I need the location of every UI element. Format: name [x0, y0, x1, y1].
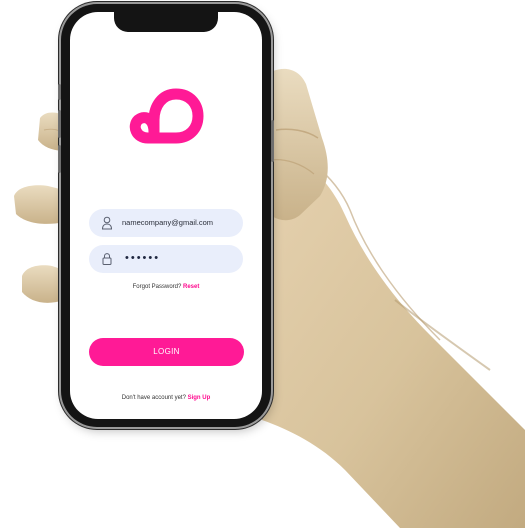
reset-link[interactable]: Reset — [183, 284, 199, 290]
signup-prompt-text: Don't have account yet? — [121, 395, 186, 401]
phone-side-button — [58, 84, 61, 100]
phone-notch — [114, 12, 218, 32]
signup-link[interactable]: Sign Up — [188, 395, 211, 401]
app-logo-icon — [129, 88, 204, 144]
phone-screen: namecompany@gmail.com •••••• Forgot Pass… — [70, 12, 262, 419]
phone-side-button — [58, 110, 61, 138]
forgot-password-row: Forgot Password? Reset — [70, 284, 262, 290]
lock-icon — [102, 253, 112, 265]
email-input-value[interactable]: namecompany@gmail.com — [122, 218, 213, 227]
forgot-password-text: Forgot Password? — [132, 284, 182, 290]
login-button[interactable]: LOGIN — [89, 338, 244, 366]
phone-side-button — [58, 145, 61, 173]
email-field[interactable]: namecompany@gmail.com — [89, 209, 243, 237]
user-icon — [101, 216, 113, 230]
phone-side-button — [271, 120, 274, 162]
password-field[interactable]: •••••• — [89, 245, 243, 273]
password-input-value[interactable]: •••••• — [125, 252, 160, 264]
signup-row: Don't have account yet? Sign Up — [70, 395, 262, 401]
